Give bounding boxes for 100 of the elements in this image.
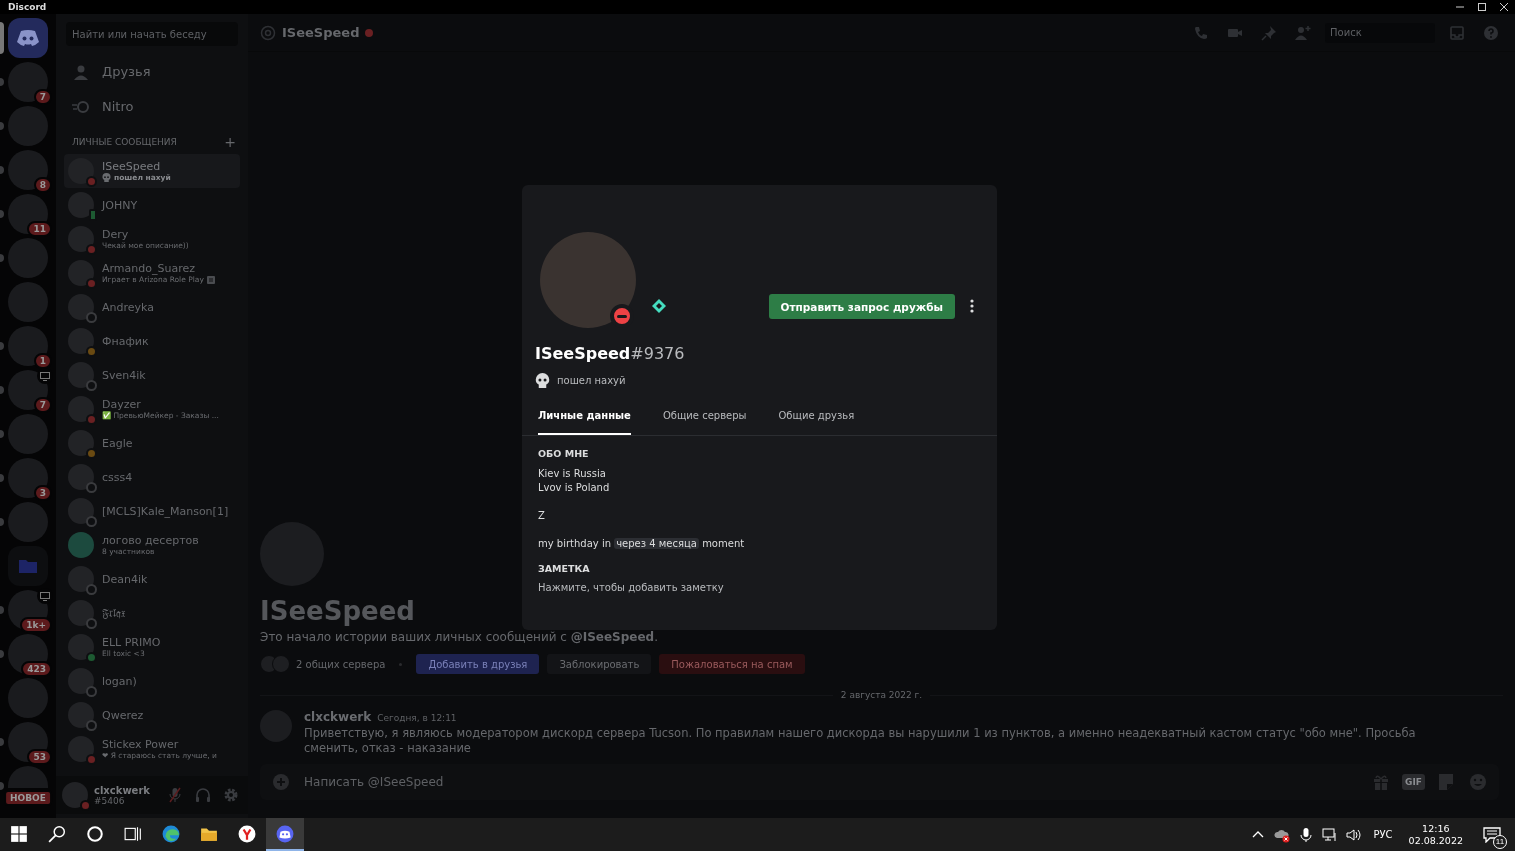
date-divider: 2 августа 2022 г.: [840, 690, 923, 700]
bio-text: Kiev is Russia Lvov is Poland: [538, 467, 611, 495]
dm-item[interactable]: Dean4ik: [64, 562, 240, 596]
attach-button[interactable]: [270, 771, 292, 793]
message-timestamp: Сегодня, в 12:11: [377, 713, 457, 723]
contact-name: csss4: [102, 470, 133, 484]
contact-name: Dean4ik: [102, 572, 148, 586]
controller-logo-icon: [16, 29, 40, 47]
contact-name: ELL PRIMO: [102, 636, 161, 649]
dm-item[interactable]: Фнафик: [64, 324, 240, 358]
server-icon[interactable]: [8, 194, 48, 234]
more-icon: [970, 299, 974, 313]
unread-count-badge: НОВОЕ: [4, 790, 52, 806]
nav-item[interactable]: Nitro: [56, 89, 248, 124]
network-icon: [1322, 826, 1339, 843]
user-tag: #5406: [94, 795, 158, 806]
discord-button[interactable]: [266, 818, 304, 851]
dm-item[interactable]: Qwerez: [64, 698, 240, 732]
section-heading: ОБО МНЕ: [538, 448, 590, 459]
profile-tab[interactable]: Личные данные: [538, 410, 631, 435]
create-dm-button[interactable]: +: [224, 134, 236, 150]
phone-icon: [1193, 24, 1209, 41]
smiley-icon: [1469, 773, 1487, 791]
contact-name: Dayzer: [102, 398, 142, 411]
username: ISeeSpeed: [535, 344, 631, 363]
add-friend-button[interactable]: Добавить в друзья: [416, 654, 540, 674]
search-icon: [48, 824, 66, 843]
search-field[interactable]: Найти или начать беседу: [66, 22, 238, 46]
report-spam-button[interactable]: Пожаловаться на спам: [659, 654, 805, 674]
windows-logo-icon: [10, 824, 28, 843]
section-heading: ЗАМЕТКА: [538, 563, 591, 574]
pin-icon: [1261, 24, 1277, 41]
search-field[interactable]: Поиск: [1325, 22, 1435, 43]
section-header: ЛИЧНЫЕ СООБЩЕНИЯ: [72, 137, 177, 147]
help-icon: [1483, 24, 1499, 41]
task-view-icon: [124, 824, 142, 843]
notification-count: 11: [1493, 834, 1507, 849]
skull-icon: [535, 373, 550, 388]
message-text: Приветствую, я являюсь модератором дискорд сервера Tucson. По правилам нашего дискорда вы нарушили 1 из пунктов, а именно неадекватный кастом статус "обо мне". Просьба сменить, отказ - наказание: [304, 726, 1417, 756]
unread-count-badge: 53: [27, 749, 52, 765]
circle-icon: [86, 824, 104, 843]
block-button[interactable]: Заблокировать: [547, 654, 652, 674]
contact-name: logan): [102, 674, 137, 688]
inbox-icon: [1449, 24, 1465, 41]
contact-name: 𝔉𝔯𝔩𝔮𝔵: [102, 606, 125, 620]
notifications-button[interactable]: 11: [1475, 819, 1509, 850]
plus-circle-icon: [272, 773, 290, 791]
add-person-icon: [1295, 24, 1311, 41]
dm-item[interactable]: Andreyka: [64, 290, 240, 324]
mutual-servers-link[interactable]: 2 общих сервера: [296, 658, 386, 670]
message-input[interactable]: Написать @ISeeSpeed: [302, 774, 1361, 790]
clock[interactable]: 12:16 02.08.2022: [1402, 822, 1469, 847]
settings-icon: [223, 787, 239, 803]
custom-status: пошел нахуй: [557, 375, 626, 386]
nav-item[interactable]: Друзья: [56, 54, 248, 89]
contact-name: Dery: [102, 228, 130, 241]
message-author: clxckwerk: [304, 710, 372, 724]
note-field[interactable]: Нажмите, чтобы добавить заметку: [538, 582, 981, 593]
gif-button[interactable]: GIF: [1402, 774, 1425, 790]
home-button[interactable]: [8, 18, 48, 58]
dm-item[interactable]: [MCLS]Kale_Manson[1]: [64, 494, 240, 528]
clock-time: 12:16: [1422, 822, 1450, 835]
unread-count-badge: 1k+: [20, 617, 52, 633]
profile-tab[interactable]: Общие друзья: [778, 410, 855, 435]
browser-logo-icon: [238, 824, 256, 843]
contact-name: Sven4ik: [102, 368, 146, 382]
profile-tab[interactable]: Общие серверы: [662, 410, 747, 435]
dm-item[interactable]: Sven4ik: [64, 358, 240, 392]
dm-item[interactable]: 𝔉𝔯𝔩𝔮𝔵: [64, 596, 240, 630]
window-title: Discord: [8, 2, 48, 12]
contact-name: Qwerez: [102, 708, 144, 722]
at-sign-icon: [260, 24, 276, 41]
clock-date: 02.08.2022: [1408, 834, 1463, 847]
headphones-icon: [195, 787, 211, 803]
bio-text: Z: [538, 509, 546, 523]
contact-name: [MCLS]Kale_Manson[1]: [102, 504, 229, 518]
gift-icon: [1372, 773, 1391, 791]
bio-text: my birthday in через 4 месяца moment: [538, 537, 746, 551]
unread-count-badge: 423: [21, 661, 52, 677]
maximize-icon: [1477, 2, 1487, 12]
contact-name: JOHNY: [102, 198, 138, 212]
close-icon: [1499, 2, 1509, 12]
emoji-button[interactable]: [1467, 771, 1489, 793]
unread-count-badge: 11: [27, 221, 52, 237]
send-friend-request-button[interactable]: Отправить запрос дружбы: [768, 294, 955, 319]
contact-name: Eagle: [102, 436, 133, 450]
microphone-icon: [1298, 826, 1315, 843]
language-indicator[interactable]: РУС: [1369, 829, 1397, 840]
dm-item[interactable]: logan): [64, 664, 240, 698]
username: clxckwerk: [94, 784, 151, 796]
dm-item[interactable]: Eagle: [64, 426, 240, 460]
contact-name: Armando_Suarez: [102, 262, 196, 275]
dm-item[interactable]: JOHNY: [64, 188, 240, 222]
contact-name: Фнафик: [102, 334, 149, 348]
user-tag: #9376: [630, 344, 685, 363]
dm-item[interactable]: csss4: [64, 460, 240, 494]
server-icon[interactable]: [8, 722, 48, 762]
intro-text: Это начало истории ваших личных сообщений с @ISeeSpeed.: [260, 630, 660, 644]
folder-icon: [19, 559, 37, 573]
contact-name: логово десертов: [102, 534, 199, 547]
